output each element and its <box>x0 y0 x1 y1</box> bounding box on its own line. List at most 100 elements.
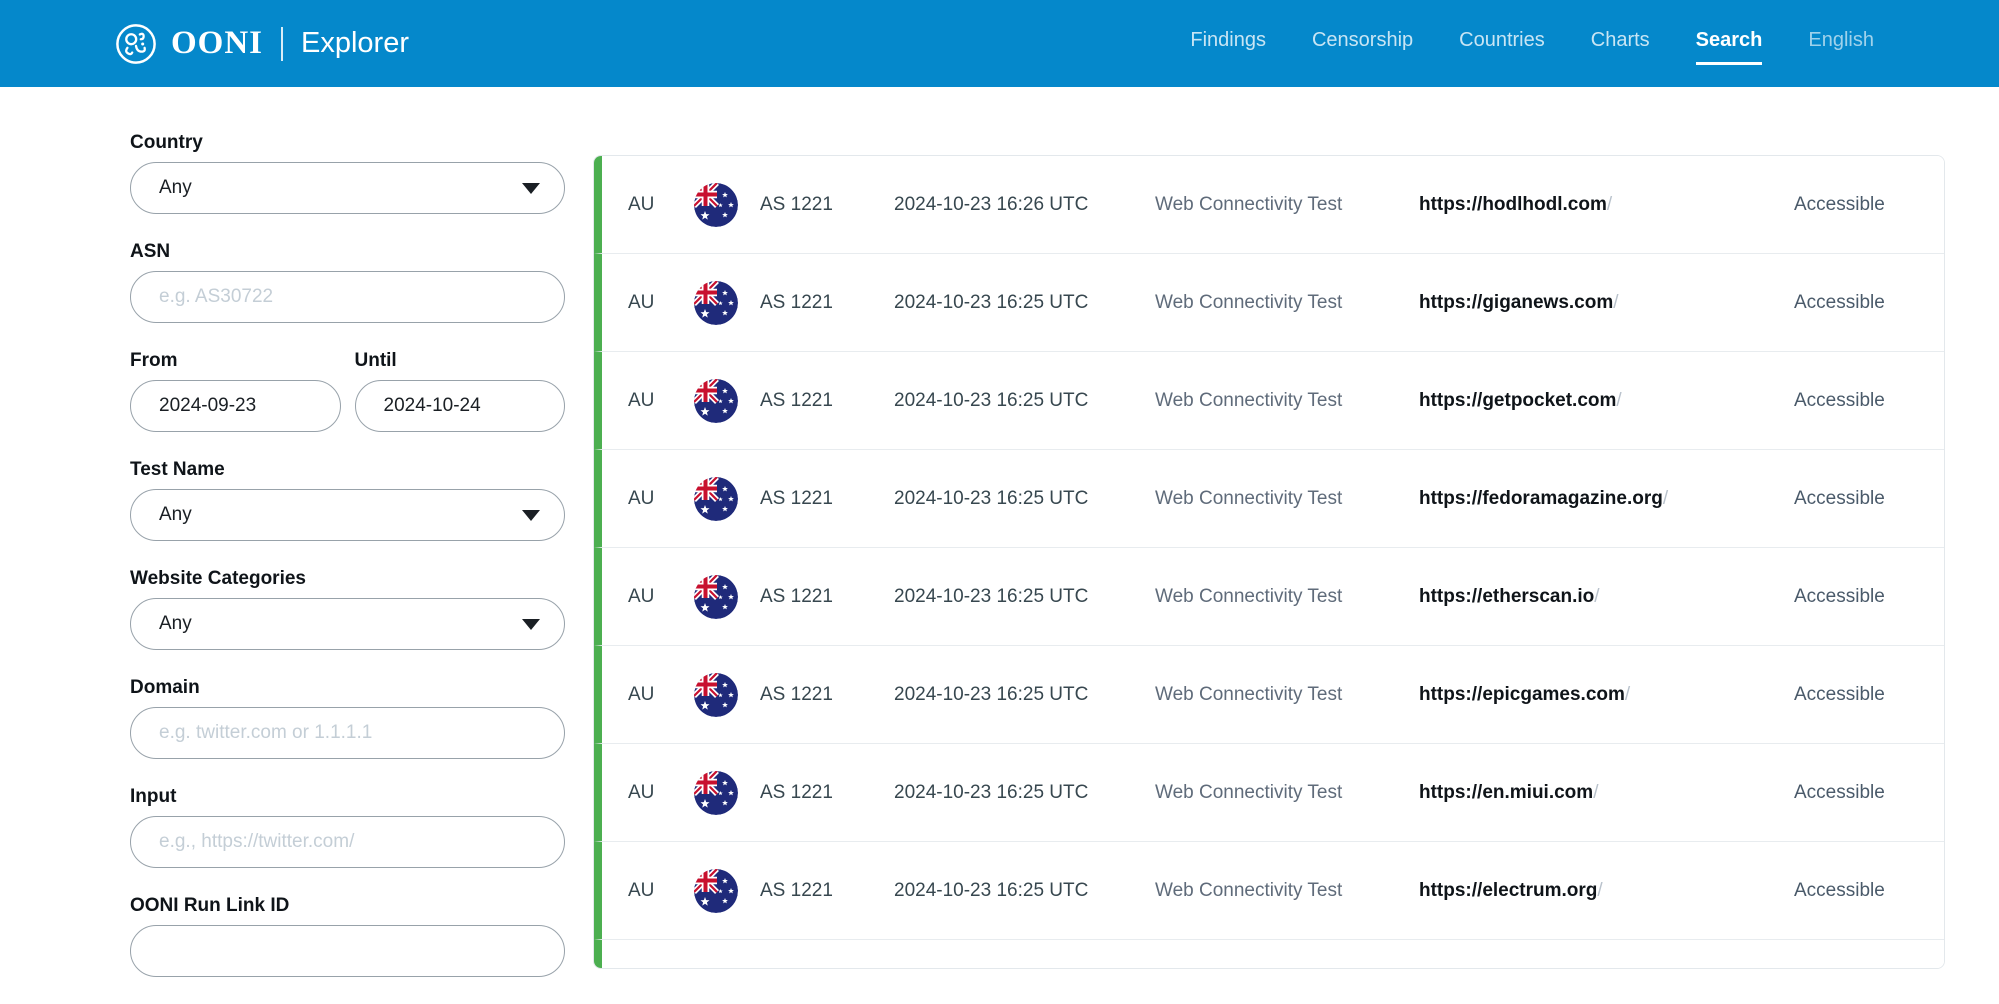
country-select-value: Any <box>159 177 192 199</box>
status-badge: Accessible <box>1794 292 1904 314</box>
url-trailing-slash: / <box>1625 684 1630 705</box>
table-row-partial[interactable] <box>594 940 1944 969</box>
status-badge: Accessible <box>1794 488 1904 510</box>
until-label: Until <box>355 350 566 372</box>
measurement-date: 2024-10-23 16:25 UTC <box>894 292 1155 314</box>
australia-flag-icon <box>694 183 738 227</box>
ooni-explorer-logo[interactable]: OONI Explorer <box>115 23 409 65</box>
table-row[interactable]: AU AS 1221 <box>594 450 1944 548</box>
asn-value: AS 1221 <box>760 586 894 608</box>
status-badge: Accessible <box>1794 684 1904 706</box>
measurement-url: https://electrum.org/ <box>1419 880 1794 902</box>
test-name: Web Connectivity Test <box>1155 292 1419 314</box>
country-code: AU <box>628 782 694 804</box>
website-categories-label: Website Categories <box>130 568 565 590</box>
australia-flag-icon <box>694 281 738 325</box>
from-date-input[interactable] <box>130 380 341 432</box>
asn-value: AS 1221 <box>760 782 894 804</box>
australia-flag-icon <box>694 771 738 815</box>
nav-findings[interactable]: Findings <box>1190 23 1266 65</box>
asn-value: AS 1221 <box>760 684 894 706</box>
main-nav: Findings Censorship Countries Charts Sea… <box>1190 23 1874 65</box>
input-url-input[interactable] <box>130 816 565 868</box>
status-badge: Accessible <box>1794 880 1904 902</box>
url-trailing-slash: / <box>1616 390 1621 411</box>
asn-value: AS 1221 <box>760 390 894 412</box>
url-trailing-slash: / <box>1594 586 1599 607</box>
country-code: AU <box>628 194 694 216</box>
measurement-url: https://fedoramagazine.org/ <box>1419 488 1794 510</box>
chevron-down-icon <box>522 619 540 630</box>
country-select[interactable]: Any <box>130 162 565 214</box>
measurement-url: https://epicgames.com/ <box>1419 684 1794 706</box>
nav-search[interactable]: Search <box>1696 23 1763 65</box>
measurement-url: https://getpocket.com/ <box>1419 390 1794 412</box>
asn-input[interactable] <box>130 271 565 323</box>
search-filter-sidebar: Country Any ASN From Until Test Name Any <box>130 132 565 1004</box>
table-row[interactable]: AU AS 1221 <box>594 548 1944 646</box>
table-row[interactable]: AU AS 1221 <box>594 352 1944 450</box>
test-name: Web Connectivity Test <box>1155 390 1419 412</box>
measurement-date: 2024-10-23 16:25 UTC <box>894 586 1155 608</box>
test-name: Web Connectivity Test <box>1155 586 1419 608</box>
measurement-date: 2024-10-23 16:25 UTC <box>894 782 1155 804</box>
nav-countries[interactable]: Countries <box>1459 23 1545 65</box>
table-row[interactable]: AU AS 1221 <box>594 254 1944 352</box>
ooni-run-link-id-label: OONI Run Link ID <box>130 895 565 917</box>
language-selector[interactable]: English <box>1808 23 1874 65</box>
measurement-results-card: AU AS 1221 <box>593 155 1945 969</box>
asn-value: AS 1221 <box>760 880 894 902</box>
test-name: Web Connectivity Test <box>1155 194 1419 216</box>
url-trailing-slash: / <box>1593 782 1598 803</box>
test-name-select[interactable]: Any <box>130 489 565 541</box>
website-categories-select-value: Any <box>159 613 192 635</box>
table-row[interactable]: AU AS 1221 <box>594 646 1944 744</box>
measurement-url: https://giganews.com/ <box>1419 292 1794 314</box>
from-label: From <box>130 350 341 372</box>
domain-label: Domain <box>130 677 565 699</box>
australia-flag-icon <box>694 869 738 913</box>
table-row[interactable]: AU AS 1221 <box>594 744 1944 842</box>
nav-charts[interactable]: Charts <box>1591 23 1650 65</box>
until-date-input[interactable] <box>355 380 566 432</box>
test-name: Web Connectivity Test <box>1155 880 1419 902</box>
measurement-date: 2024-10-23 16:25 UTC <box>894 488 1155 510</box>
input-label: Input <box>130 786 565 808</box>
country-label: Country <box>130 132 565 154</box>
chevron-down-icon <box>522 183 540 194</box>
measurement-url: https://hodlhodl.com/ <box>1419 194 1794 216</box>
domain-input[interactable] <box>130 707 565 759</box>
measurement-date: 2024-10-23 16:25 UTC <box>894 684 1155 706</box>
asn-label: ASN <box>130 241 565 263</box>
measurement-date: 2024-10-23 16:25 UTC <box>894 390 1155 412</box>
measurement-url: https://en.miui.com/ <box>1419 782 1794 804</box>
status-badge: Accessible <box>1794 782 1904 804</box>
asn-value: AS 1221 <box>760 488 894 510</box>
asn-value: AS 1221 <box>760 194 894 216</box>
url-trailing-slash: / <box>1663 488 1668 509</box>
results-list: AU AS 1221 <box>594 156 1944 940</box>
top-navbar: OONI Explorer Findings Censorship Countr… <box>0 0 1999 87</box>
test-name-label: Test Name <box>130 459 565 481</box>
table-row[interactable]: AU AS 1221 <box>594 842 1944 940</box>
status-badge: Accessible <box>1794 390 1904 412</box>
brand-divider <box>281 27 283 61</box>
test-name: Web Connectivity Test <box>1155 488 1419 510</box>
country-code: AU <box>628 880 694 902</box>
status-badge: Accessible <box>1794 194 1904 216</box>
australia-flag-icon <box>694 477 738 521</box>
table-row[interactable]: AU AS 1221 <box>594 156 1944 254</box>
status-badge: Accessible <box>1794 586 1904 608</box>
test-name-select-value: Any <box>159 504 192 526</box>
chevron-down-icon <box>522 510 540 521</box>
australia-flag-icon <box>694 379 738 423</box>
measurement-date: 2024-10-23 16:25 UTC <box>894 880 1155 902</box>
url-trailing-slash: / <box>1607 194 1612 215</box>
measurement-date: 2024-10-23 16:26 UTC <box>894 194 1155 216</box>
test-name: Web Connectivity Test <box>1155 684 1419 706</box>
ooni-run-link-id-input[interactable] <box>130 925 565 977</box>
website-categories-select[interactable]: Any <box>130 598 565 650</box>
asn-value: AS 1221 <box>760 292 894 314</box>
country-code: AU <box>628 390 694 412</box>
nav-censorship[interactable]: Censorship <box>1312 23 1413 65</box>
